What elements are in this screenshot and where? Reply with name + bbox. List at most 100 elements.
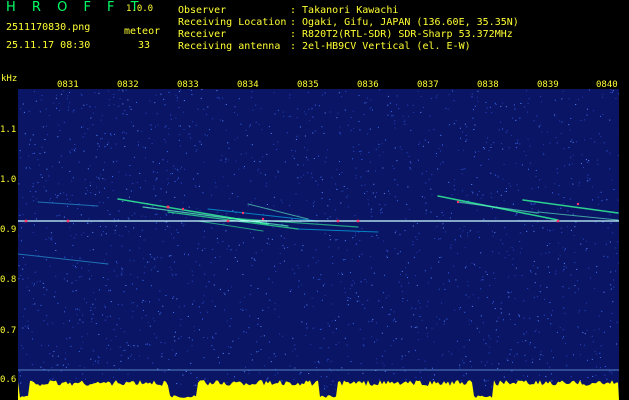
noise-pixel bbox=[85, 378, 86, 380]
noise-pixel bbox=[119, 346, 121, 348]
noise-pixel bbox=[243, 331, 245, 333]
noise-pixel bbox=[153, 257, 155, 259]
noise-pixel bbox=[561, 121, 563, 123]
noise-pixel bbox=[360, 363, 362, 365]
noise-pixel bbox=[183, 128, 185, 130]
noise-pixel bbox=[394, 232, 396, 234]
noise-pixel bbox=[585, 249, 587, 251]
noise-pixel bbox=[412, 104, 414, 106]
noise-pixel bbox=[492, 231, 493, 233]
noise-pixel bbox=[108, 104, 110, 106]
noise-pixel bbox=[430, 267, 432, 269]
noise-pixel bbox=[366, 102, 367, 104]
noise-pixel bbox=[341, 190, 342, 192]
noise-pixel bbox=[525, 340, 527, 342]
noise-pixel bbox=[326, 376, 328, 378]
noise-pixel bbox=[354, 215, 356, 217]
noise-pixel bbox=[69, 152, 71, 154]
noise-pixel bbox=[178, 306, 180, 308]
noise-pixel bbox=[203, 337, 205, 338]
noise-pixel bbox=[466, 195, 468, 197]
noise-pixel bbox=[57, 364, 59, 366]
noise-pixel bbox=[463, 346, 465, 348]
noise-pixel bbox=[66, 338, 68, 340]
noise-pixel bbox=[76, 308, 78, 310]
noise-pixel bbox=[214, 257, 216, 258]
noise-pixel bbox=[292, 268, 294, 270]
noise-pixel bbox=[249, 293, 251, 295]
noise-pixel bbox=[562, 270, 564, 272]
noise-pixel bbox=[381, 143, 383, 145]
noise-pixel bbox=[518, 314, 520, 316]
noise-pixel bbox=[160, 188, 162, 190]
noise-pixel bbox=[329, 368, 331, 370]
noise-pixel bbox=[546, 245, 548, 247]
app-version: 1.0.0 bbox=[126, 4, 154, 14]
noise-pixel bbox=[76, 262, 78, 264]
noise-pixel bbox=[600, 367, 601, 369]
noise-pixel bbox=[31, 338, 33, 340]
noise-pixel bbox=[459, 364, 461, 366]
noise-pixel bbox=[414, 349, 416, 351]
noise-pixel bbox=[175, 117, 177, 119]
noise-pixel bbox=[547, 266, 549, 268]
noise-pixel bbox=[611, 371, 613, 373]
noise-pixel bbox=[571, 139, 573, 141]
noise-pixel bbox=[582, 96, 584, 98]
noise-pixel bbox=[171, 233, 172, 235]
noise-pixel bbox=[326, 360, 328, 362]
noise-pixel bbox=[472, 294, 474, 296]
noise-pixel bbox=[508, 313, 510, 315]
noise-pixel bbox=[387, 104, 389, 106]
noise-pixel bbox=[469, 230, 471, 232]
noise-pixel bbox=[166, 225, 168, 227]
noise-pixel bbox=[399, 251, 401, 253]
noise-pixel bbox=[289, 94, 291, 96]
noise-pixel bbox=[109, 99, 111, 101]
noise-pixel bbox=[105, 226, 107, 228]
noise-pixel bbox=[63, 216, 65, 218]
noise-pixel bbox=[515, 162, 517, 164]
noise-pixel bbox=[330, 384, 332, 385]
noise-pixel bbox=[425, 182, 427, 184]
noise-pixel bbox=[45, 259, 47, 261]
noise-pixel bbox=[598, 133, 600, 135]
noise-pixel bbox=[466, 139, 468, 141]
noise-pixel bbox=[144, 266, 146, 268]
noise-pixel bbox=[199, 264, 201, 266]
noise-pixel bbox=[155, 195, 157, 197]
noise-pixel bbox=[401, 149, 403, 150]
noise-pixel bbox=[193, 178, 194, 180]
noise-pixel bbox=[576, 268, 578, 270]
noise-pixel bbox=[313, 205, 314, 207]
noise-pixel bbox=[506, 233, 508, 235]
noise-pixel bbox=[590, 138, 592, 139]
noise-pixel bbox=[462, 168, 464, 170]
noise-pixel bbox=[178, 107, 180, 108]
noise-pixel bbox=[94, 360, 96, 362]
noise-pixel bbox=[381, 332, 383, 334]
noise-pixel bbox=[357, 296, 359, 298]
noise-pixel bbox=[467, 285, 469, 287]
noise-pixel bbox=[531, 208, 533, 210]
noise-pixel bbox=[586, 240, 588, 242]
noise-pixel bbox=[57, 136, 59, 138]
noise-pixel bbox=[137, 130, 139, 132]
noise-pixel bbox=[396, 95, 398, 97]
noise-pixel bbox=[610, 89, 612, 91]
noise-pixel bbox=[521, 247, 523, 249]
noise-pixel bbox=[342, 190, 344, 192]
noise-pixel bbox=[483, 218, 485, 220]
noise-pixel bbox=[196, 149, 198, 150]
noise-pixel bbox=[104, 319, 106, 321]
noise-pixel bbox=[166, 221, 168, 223]
noise-pixel bbox=[98, 359, 100, 361]
noise-pixel bbox=[318, 362, 320, 364]
noise-pixel bbox=[331, 284, 333, 286]
noise-pixel bbox=[23, 257, 24, 259]
noise-pixel bbox=[558, 242, 560, 244]
noise-pixel bbox=[547, 131, 549, 133]
noise-pixel bbox=[275, 271, 277, 273]
noise-pixel bbox=[137, 144, 139, 146]
noise-pixel bbox=[584, 344, 585, 346]
